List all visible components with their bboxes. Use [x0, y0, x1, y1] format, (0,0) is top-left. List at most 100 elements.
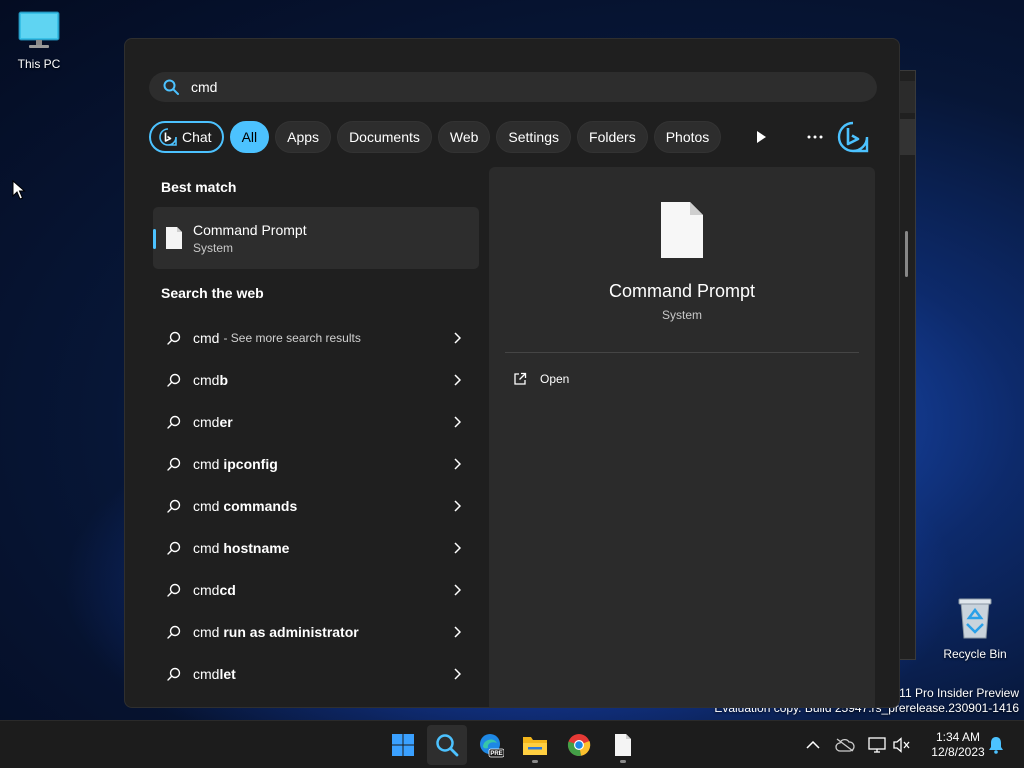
- search-icon: [167, 415, 181, 429]
- more-filters-button[interactable]: [745, 121, 777, 153]
- volume-muted-icon: [893, 737, 910, 753]
- watermark-line1: s 11 Pro Insider Preview: [889, 686, 1019, 700]
- chevron-right-icon: [454, 584, 461, 596]
- play-icon: [757, 131, 766, 143]
- filter-bar: Chat All Apps Documents Web Settings Fol…: [149, 121, 722, 153]
- bell-icon: [989, 737, 1003, 754]
- running-indicator: [532, 760, 538, 763]
- query-suggestion: er: [219, 414, 233, 430]
- search-icon: [167, 373, 181, 387]
- filter-folders[interactable]: Folders: [577, 121, 648, 153]
- search-icon: [167, 499, 181, 513]
- query-suggestion: b: [219, 372, 229, 388]
- desktop-icon-label: Recycle Bin: [943, 647, 1007, 661]
- preview-subtitle: System: [661, 308, 702, 322]
- filter-settings[interactable]: Settings: [496, 121, 572, 153]
- folder-icon: [523, 737, 547, 755]
- preview-divider: [505, 352, 859, 353]
- web-result-query: cmd ipconfig: [193, 456, 278, 472]
- search-box[interactable]: [149, 72, 877, 104]
- file-explorer-button[interactable]: [515, 725, 555, 765]
- taskbar-search-button[interactable]: [427, 725, 467, 765]
- edge-badge: PRE: [490, 751, 502, 757]
- query-prefix: cmd: [193, 624, 224, 640]
- bing-button[interactable]: [837, 121, 869, 153]
- filter-web[interactable]: Web: [437, 121, 491, 153]
- preview-title: Command Prompt: [608, 281, 756, 301]
- recycle-bin-icon: [958, 598, 992, 639]
- query-suggestion: cd: [219, 582, 236, 598]
- show-hidden-icons-button[interactable]: [801, 733, 825, 757]
- web-result-item[interactable]: cmdlet: [153, 653, 479, 695]
- filter-documents[interactable]: Documents: [337, 121, 432, 153]
- notifications-button[interactable]: [984, 733, 1008, 757]
- web-result-query: cmdlet: [193, 666, 236, 682]
- desktop-icon-recycle-bin[interactable]: Recycle Bin: [937, 596, 1013, 661]
- filter-chat-label: Chat: [182, 129, 212, 145]
- query-prefix: cmd: [193, 582, 220, 598]
- web-result-item[interactable]: cmd run as administrator: [153, 611, 479, 653]
- desktop-icon-label: This PC: [17, 57, 61, 71]
- network-button[interactable]: [865, 733, 889, 757]
- running-indicator: [620, 760, 626, 763]
- web-result-item[interactable]: cmdcd: [153, 569, 479, 611]
- search-icon: [167, 625, 181, 639]
- desktop-icon-this-pc[interactable]: This PC: [1, 10, 77, 71]
- volume-button[interactable]: [890, 733, 914, 757]
- web-result-query: cmdcd: [193, 582, 236, 598]
- monitor-icon: [18, 11, 60, 48]
- search-icon: [167, 583, 181, 597]
- chevron-right-icon: [454, 332, 461, 344]
- web-result-item[interactable]: cmdb: [153, 359, 479, 401]
- query-prefix: cmd: [193, 666, 220, 682]
- chevron-right-icon: [454, 374, 461, 386]
- chevron-right-icon: [454, 626, 461, 638]
- search-web-heading: Search the web: [161, 285, 264, 301]
- best-match-heading: Best match: [161, 179, 237, 195]
- open-external-icon: [514, 372, 527, 385]
- chevron-right-icon: [454, 500, 461, 512]
- query-suggestion: run as administrator: [223, 624, 359, 640]
- best-match-item[interactable]: Command Prompt System: [153, 207, 479, 269]
- search-icon: [167, 541, 181, 555]
- best-match-subtitle: System: [193, 240, 234, 255]
- more-options-button[interactable]: [799, 121, 831, 153]
- search-input[interactable]: [191, 79, 791, 95]
- query-suggestion: hostname: [223, 540, 290, 556]
- start-button[interactable]: [383, 725, 423, 765]
- search-icon: [163, 79, 179, 95]
- chrome-button[interactable]: [559, 725, 599, 765]
- filter-chat[interactable]: Chat: [149, 121, 224, 153]
- web-result-query: cmd commands: [193, 498, 297, 514]
- start-icon: [392, 734, 414, 756]
- filter-all[interactable]: All: [229, 121, 270, 153]
- preview-pane: Command Prompt System Open: [489, 167, 875, 707]
- filter-apps[interactable]: Apps: [275, 121, 332, 153]
- web-result-query: cmd: [193, 330, 219, 346]
- best-match-name: Command Prompt: [193, 221, 307, 238]
- search-icon: [436, 734, 459, 757]
- query-suggestion: ipconfig: [223, 456, 278, 472]
- search-panel: Chat All Apps Documents Web Settings Fol…: [124, 38, 900, 708]
- file-icon-large: [661, 202, 703, 258]
- web-result-item[interactable]: cmder: [153, 401, 479, 443]
- bing-chat-icon: [159, 128, 177, 146]
- query-prefix: cmd: [193, 456, 224, 472]
- open-action[interactable]: Open: [513, 372, 569, 386]
- query-suggestion: let: [219, 666, 236, 682]
- web-result-item[interactable]: cmd ipconfig: [153, 443, 479, 485]
- onedrive-button[interactable]: [833, 733, 857, 757]
- edge-beta-button[interactable]: PRE: [471, 725, 511, 765]
- ellipsis-icon: [807, 135, 823, 139]
- web-result-item[interactable]: cmd hostname: [153, 527, 479, 569]
- chevron-right-icon: [454, 458, 461, 470]
- file-app-button[interactable]: [603, 725, 643, 765]
- web-result-item[interactable]: cmd - See more search results: [153, 317, 479, 359]
- filter-photos[interactable]: Photos: [653, 121, 722, 153]
- results-list: Best match Command Prompt System Search …: [153, 167, 479, 695]
- query-prefix: cmd: [193, 498, 224, 514]
- edge-beta-icon: PRE: [480, 734, 504, 758]
- chevron-right-icon: [454, 668, 461, 680]
- network-icon: [868, 737, 886, 753]
- web-result-item[interactable]: cmd commands: [153, 485, 479, 527]
